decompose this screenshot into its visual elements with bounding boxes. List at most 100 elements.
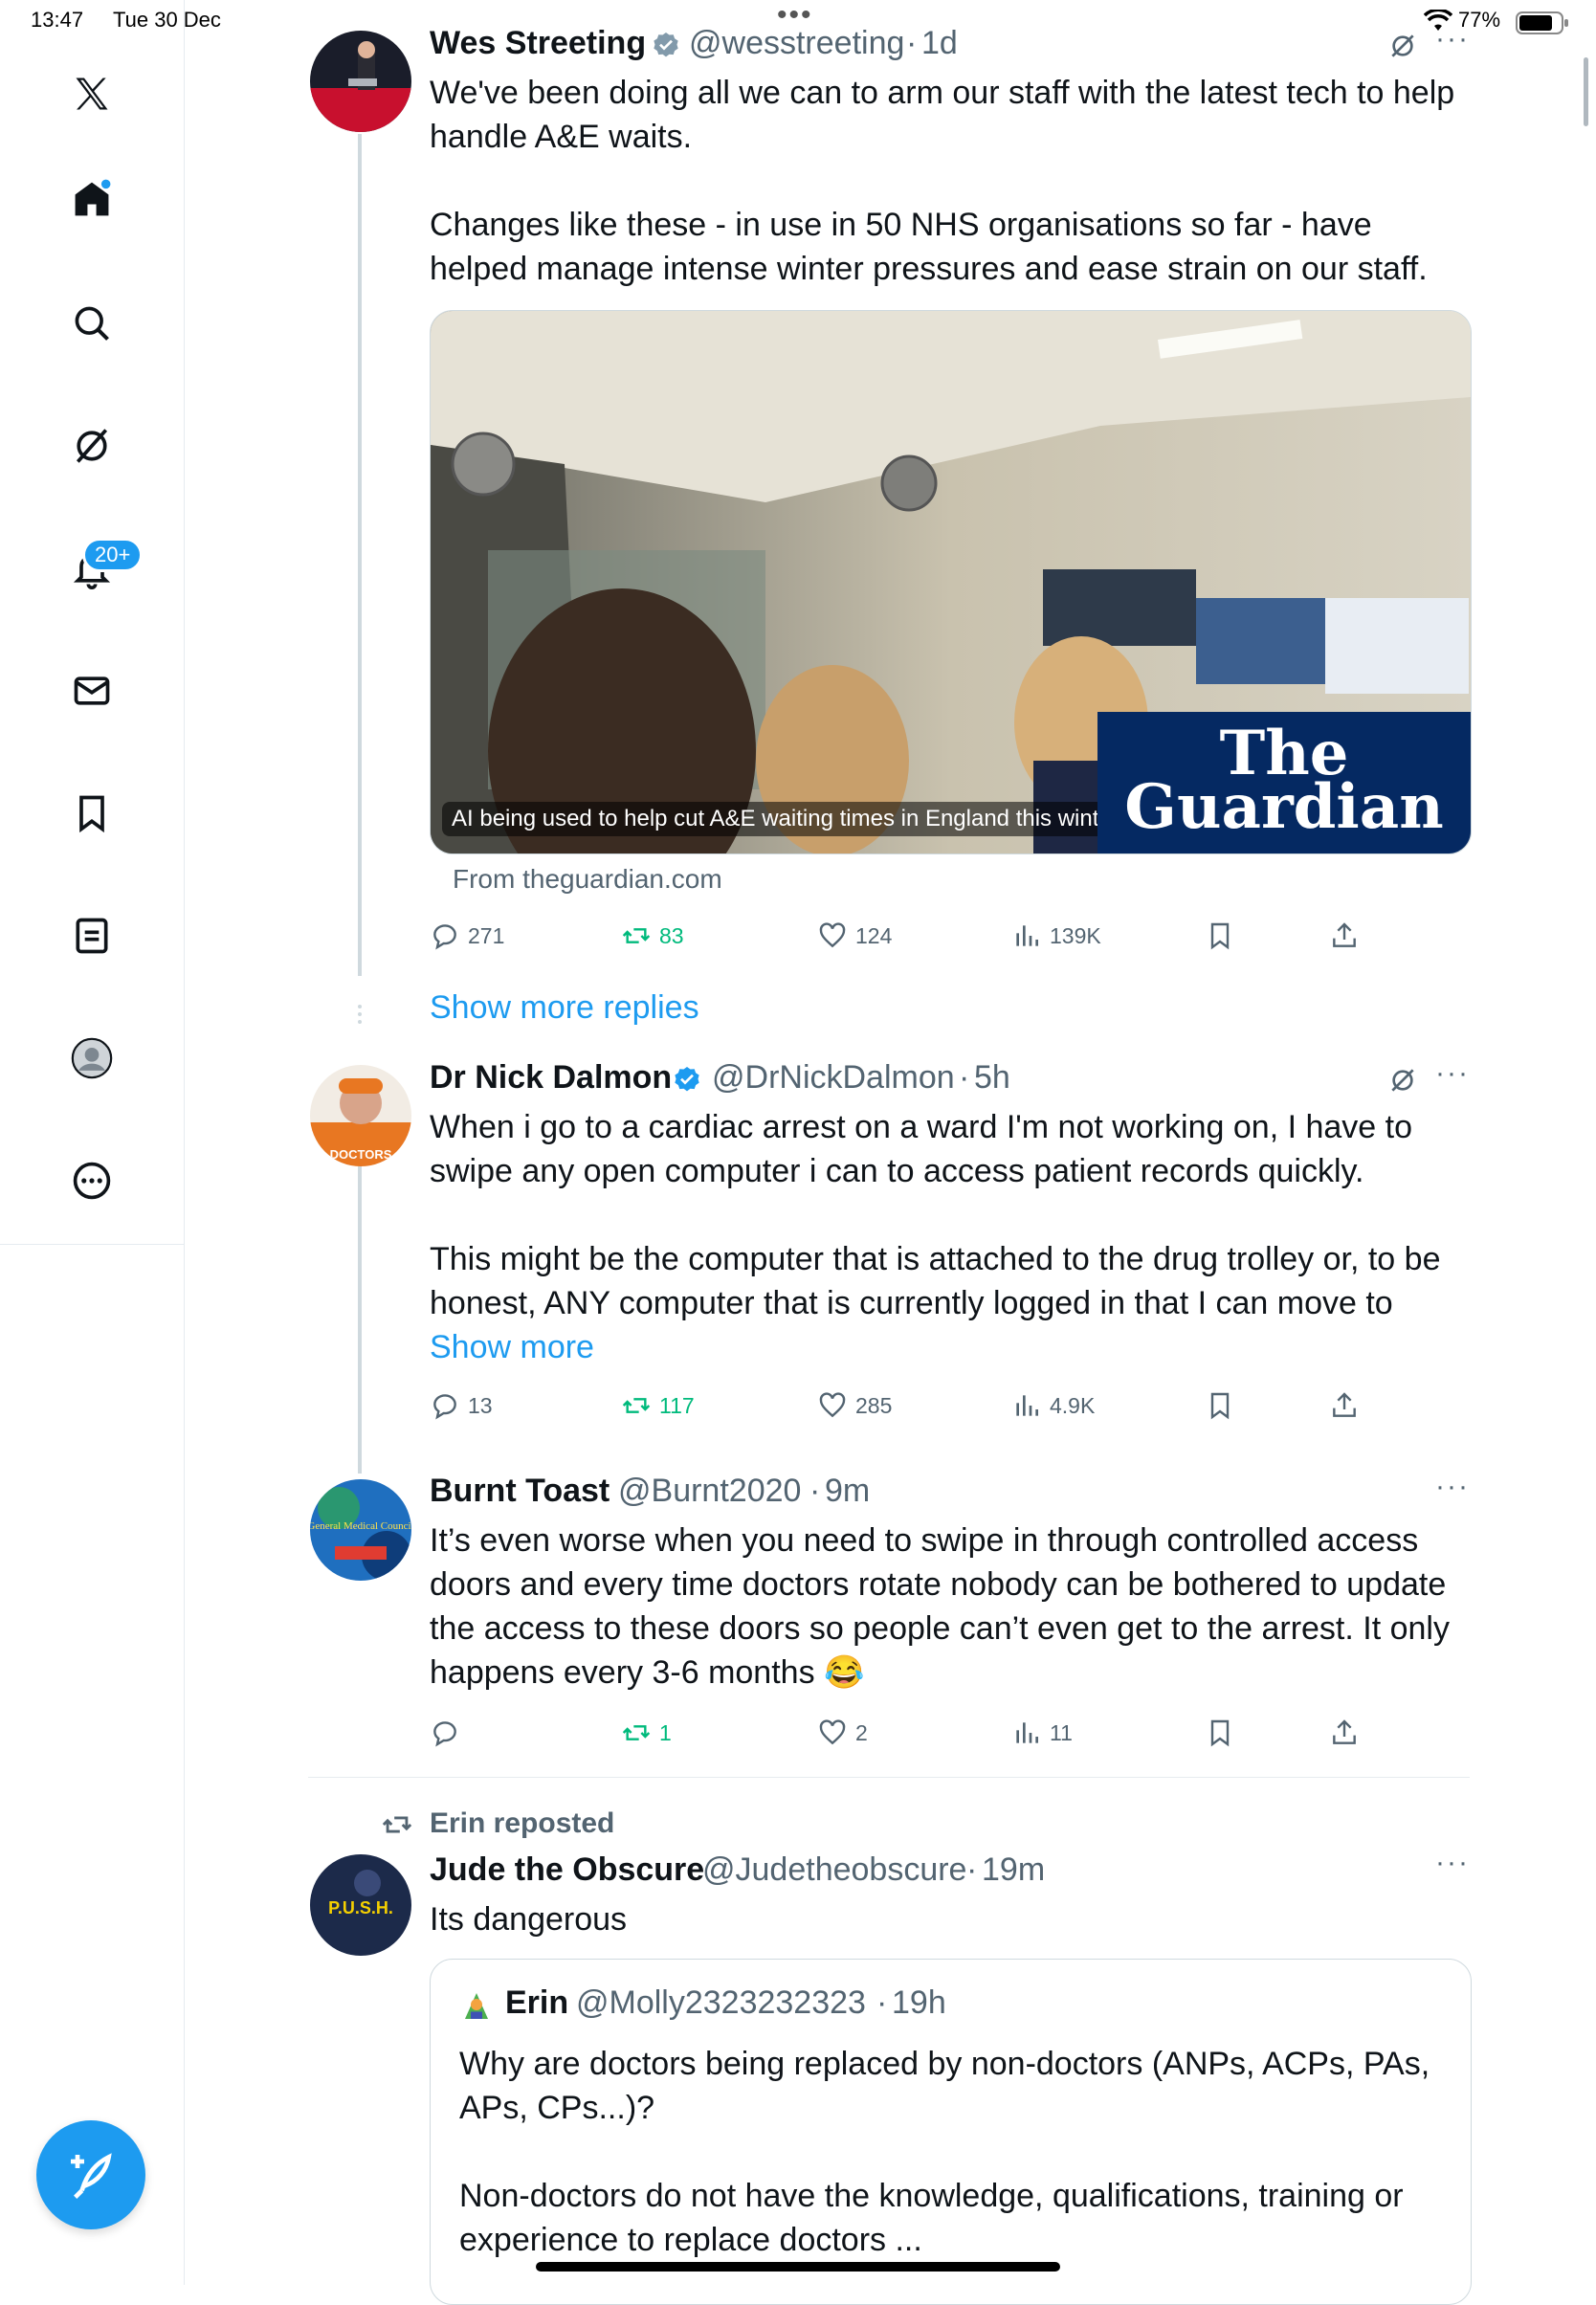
multitasking-dots-icon[interactable]: ••• [777, 1, 813, 30]
repost-button[interactable]: 117 [621, 1390, 695, 1421]
action-bar: 13 117 285 4.9K [430, 1386, 1473, 1425]
author-handle[interactable]: @Burnt2020 [618, 1473, 801, 1510]
view-count: 11 [1050, 1719, 1073, 1745]
card-caption: AI being used to help cut A&E waiting ti… [442, 802, 1129, 836]
author-handle[interactable]: @wesstreeting [689, 25, 904, 62]
grok-icon[interactable] [1387, 31, 1418, 66]
more-circle-icon[interactable] [50, 1139, 134, 1223]
avatar-text: DOCTORS [330, 1147, 392, 1162]
repost-count: 1 [659, 1719, 672, 1745]
reply-icon [433, 924, 456, 950]
scrollbar[interactable] [1584, 57, 1588, 126]
author-name[interactable]: Dr Nick Dalmon [430, 1059, 672, 1097]
card-source[interactable]: From theguardian.com [453, 864, 722, 895]
show-more-link[interactable]: Show more [430, 1329, 594, 1365]
tweet-text-truncated: This might be the computer that is attac… [430, 1237, 1473, 1369]
tweet-text: This might be the computer that is attac… [430, 1241, 1441, 1321]
views-icon [1016, 925, 1038, 946]
like-button[interactable]: 124 [817, 920, 892, 951]
repost-count: 117 [659, 1392, 695, 1418]
bookmark-icon [1210, 1392, 1230, 1420]
home-icon[interactable] [50, 157, 134, 241]
tweet-text: Its dangerous [430, 1901, 628, 1938]
reply-count: 13 [468, 1392, 493, 1418]
search-icon[interactable] [50, 281, 134, 366]
repost-note[interactable]: Erin reposted [430, 1807, 614, 1840]
thread-line [358, 1139, 362, 1474]
more-options-icon[interactable]: ··· [1435, 1847, 1470, 1879]
share-icon [1333, 1392, 1356, 1417]
author-name[interactable]: Wes Streeting [430, 25, 646, 62]
quote-author-name: Erin [505, 1984, 569, 2021]
share-icon [1333, 922, 1356, 947]
avatar[interactable] [310, 31, 411, 132]
repost-button[interactable]: 83 [621, 920, 684, 951]
author-name[interactable]: Burnt Toast [430, 1473, 610, 1510]
grok-icon[interactable] [50, 404, 134, 488]
author-name[interactable]: Jude the Obscure [430, 1851, 704, 1889]
more-options-icon[interactable]: ··· [1435, 1057, 1470, 1090]
avatar[interactable]: DOCTORS [310, 1065, 411, 1166]
author-handle[interactable]: @Judetheobscure [702, 1851, 966, 1889]
like-button[interactable]: 285 [817, 1390, 892, 1421]
bookmark-button[interactable] [1205, 920, 1235, 951]
view-count: 139K [1050, 922, 1101, 948]
repost-button[interactable]: 1 [621, 1718, 672, 1748]
profile-icon[interactable] [50, 1016, 134, 1100]
view-count: 4.9K [1050, 1392, 1096, 1418]
grok-icon[interactable] [1387, 1065, 1418, 1100]
quote-time: 19h [892, 1984, 946, 2021]
avatar-text: P.U.S.H. [328, 1898, 393, 1917]
views-icon [1016, 1395, 1038, 1416]
share-button[interactable] [1329, 920, 1360, 951]
avatar-text: General Medical Council [310, 1520, 411, 1532]
share-button[interactable] [1329, 1390, 1360, 1421]
tweet-time[interactable]: 19m [982, 1851, 1045, 1889]
bookmark-button[interactable] [1205, 1718, 1235, 1748]
heart-icon [819, 1719, 846, 1745]
time-separator: · [966, 1851, 978, 1888]
reply-icon [433, 1394, 456, 1420]
thread-line [358, 134, 362, 976]
reply-button[interactable]: 271 [430, 920, 504, 951]
more-options-icon[interactable]: ··· [1435, 23, 1470, 55]
tweet-time[interactable]: 5h [974, 1059, 1010, 1097]
views-button[interactable]: 11 [1011, 1718, 1073, 1748]
views-icon [1016, 1722, 1038, 1743]
link-card[interactable]: AI being used to help cut A&E waiting ti… [430, 310, 1472, 854]
compose-button[interactable] [36, 2120, 145, 2229]
home-indicator[interactable] [536, 2262, 1060, 2272]
list-icon[interactable] [50, 894, 134, 978]
action-bar: 271 83 124 139K [430, 917, 1473, 955]
bookmark-icon[interactable] [50, 771, 134, 855]
reply-button[interactable]: 13 [430, 1390, 493, 1421]
share-button[interactable] [1329, 1718, 1360, 1748]
quoted-tweet[interactable]: Erin @Molly2323232323 · 19h Why are doct… [430, 1959, 1472, 2305]
views-button[interactable]: 4.9K [1011, 1390, 1095, 1421]
mail-icon[interactable] [50, 649, 134, 733]
avatar[interactable]: P.U.S.H. [310, 1854, 411, 1956]
tweet-text: When i go to a cardiac arrest on a ward … [430, 1109, 1413, 1189]
like-count: 2 [855, 1719, 868, 1745]
x-logo-icon[interactable] [50, 52, 134, 136]
like-count: 285 [855, 1392, 893, 1418]
battery-icon [1516, 11, 1569, 39]
views-button[interactable]: 139K [1011, 920, 1101, 951]
tweet-time[interactable]: 9m [825, 1473, 870, 1510]
more-options-icon[interactable]: ··· [1435, 1471, 1470, 1503]
author-handle[interactable]: @DrNickDalmon [712, 1059, 955, 1097]
heart-icon [819, 1392, 846, 1418]
avatar[interactable]: General Medical Council [310, 1479, 411, 1581]
time-separator: · [906, 25, 918, 61]
tweet-text: It’s even worse when you need to swipe i… [430, 1522, 1450, 1691]
thread-line [358, 1005, 362, 1024]
tweet-time[interactable]: 1d [921, 25, 958, 62]
bookmark-button[interactable] [1205, 1390, 1235, 1421]
reply-button[interactable] [430, 1718, 468, 1748]
guardian-logo: The Guardian [1097, 712, 1471, 853]
tweet-text: We've been doing all we can to arm our s… [430, 75, 1455, 155]
like-button[interactable]: 2 [817, 1718, 868, 1748]
repost-icon [622, 1725, 651, 1740]
show-more-replies-link[interactable]: Show more replies [430, 989, 699, 1027]
tweet-divider [308, 1777, 1470, 1778]
